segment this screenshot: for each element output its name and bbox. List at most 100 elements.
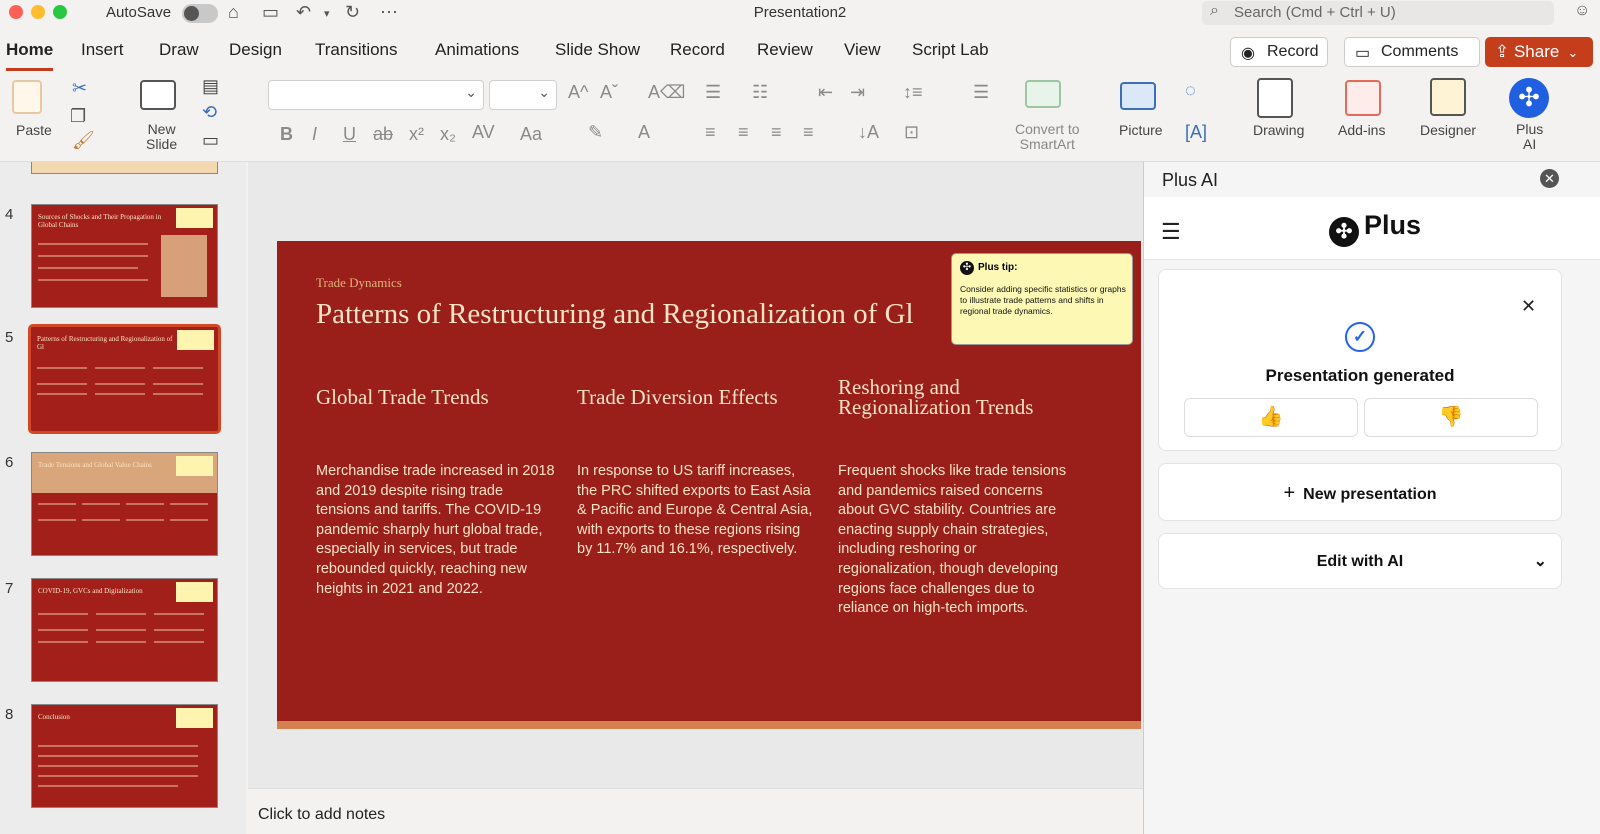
column-body[interactable]: In response to US tariff increases, the … — [577, 462, 817, 560]
save-icon[interactable]: ▭ — [262, 2, 279, 23]
undo-dropdown-icon[interactable]: ▾ — [324, 7, 330, 20]
format-painter-icon[interactable]: 🖌 — [72, 130, 95, 151]
textbox-icon[interactable]: [A] — [1185, 122, 1207, 143]
cut-icon[interactable]: ✂ — [72, 78, 87, 99]
increase-indent-icon[interactable]: ⇥ — [850, 82, 865, 103]
increase-font-icon[interactable]: A^ — [568, 82, 588, 103]
thumbnail-tip — [176, 208, 213, 228]
align-right-icon[interactable]: ≡ — [771, 122, 782, 143]
close-window-button[interactable] — [9, 5, 23, 19]
columns-icon[interactable]: ☰ — [973, 82, 989, 103]
column-body[interactable]: Frequent shocks like trade tensions and … — [838, 462, 1078, 619]
tab-review[interactable]: Review — [757, 40, 813, 60]
undo-icon[interactable]: ↶ — [296, 2, 311, 23]
new-presentation-button[interactable]: + New presentation — [1158, 463, 1562, 521]
shapes-icon[interactable]: ◌ — [1185, 80, 1196, 101]
layout-icon[interactable]: ▤ — [202, 76, 219, 97]
slide-thumbnail[interactable]: Conclusion — [31, 704, 218, 808]
tab-transitions[interactable]: Transitions — [315, 40, 398, 60]
subscript-icon[interactable]: x₂ — [440, 124, 456, 145]
slide-title[interactable]: Patterns of Restructuring and Regionaliz… — [316, 298, 914, 331]
slide-number: 4 — [5, 206, 14, 223]
tab-view[interactable]: View — [844, 40, 881, 60]
line-spacing-icon[interactable]: ↕≡ — [903, 82, 923, 103]
strikethrough-icon[interactable]: ab — [373, 124, 393, 145]
slide-thumbnail[interactable]: COVID-19, GVCs and Digitalization — [31, 578, 218, 682]
slide-thumbnail[interactable]: Sources of Shocks and Their Propagation … — [31, 204, 218, 308]
addins-icon[interactable] — [1345, 80, 1381, 116]
column-body[interactable]: Merchandise trade increased in 2018 and … — [316, 462, 556, 599]
slide-thumbnail[interactable]: Trade Tensions and Global Value Chains — [31, 452, 218, 556]
underline-icon[interactable]: U — [343, 124, 356, 145]
notes-pane[interactable]: Click to add notes — [248, 788, 1143, 834]
column-heading[interactable]: Reshoring and Regionalization Trends — [838, 377, 1078, 418]
reset-icon[interactable]: ⟲ — [202, 102, 217, 123]
tab-slide-show[interactable]: Slide Show — [555, 40, 640, 60]
slide-thumbnail-selected[interactable]: Patterns of Restructuring and Regionaliz… — [28, 324, 221, 434]
tab-insert[interactable]: Insert — [81, 40, 124, 60]
close-panel-icon[interactable]: ✕ — [1540, 169, 1559, 188]
account-icon[interactable]: ☺ — [1574, 2, 1590, 20]
italic-icon[interactable]: I — [312, 124, 317, 145]
record-button[interactable]: ◉ Record — [1230, 37, 1328, 67]
slide-number: 6 — [5, 454, 14, 471]
section-icon[interactable]: ▭ — [202, 130, 219, 151]
align-left-icon[interactable]: ≡ — [705, 122, 716, 143]
decrease-indent-icon[interactable]: ⇤ — [818, 82, 833, 103]
bullets-icon[interactable]: ☰ — [705, 82, 721, 103]
align-center-icon[interactable]: ≡ — [738, 122, 749, 143]
thumbs-up-button[interactable]: 👍 — [1184, 398, 1358, 437]
thumbs-down-button[interactable]: 👎 — [1364, 398, 1538, 437]
character-spacing-icon[interactable]: AV — [472, 122, 495, 143]
plus-ai-icon[interactable]: ✣ — [1509, 78, 1549, 118]
minimize-window-button[interactable] — [31, 5, 45, 19]
font-family-select[interactable] — [268, 80, 484, 110]
slide-thumbnail[interactable] — [31, 162, 218, 174]
redo-icon[interactable]: ↻ — [345, 2, 360, 23]
tab-draw[interactable]: Draw — [159, 40, 199, 60]
column-heading[interactable]: Global Trade Trends — [316, 387, 556, 408]
home-icon[interactable]: ⌂ — [228, 2, 239, 23]
clear-formatting-icon[interactable]: A⌫ — [648, 82, 685, 103]
font-size-select[interactable] — [489, 80, 557, 110]
maximize-window-button[interactable] — [53, 5, 67, 19]
comments-button[interactable]: ▭ Comments — [1344, 37, 1480, 67]
smartart-icon[interactable] — [1025, 80, 1061, 108]
more-icon[interactable]: ⋯ — [380, 2, 398, 23]
share-button[interactable]: ⇪ Share ⌄ — [1485, 37, 1593, 67]
record-icon: ◉ — [1241, 45, 1255, 62]
align-text-icon[interactable]: ⊡ — [904, 122, 919, 143]
paste-icon[interactable] — [12, 80, 42, 114]
thumbs-up-icon: 👍 — [1258, 406, 1284, 428]
tab-animations[interactable]: Animations — [435, 40, 519, 60]
drawing-label: Drawing — [1253, 122, 1305, 138]
picture-icon[interactable] — [1120, 82, 1156, 110]
close-icon[interactable]: ✕ — [1521, 296, 1536, 317]
superscript-icon[interactable]: x² — [409, 124, 424, 145]
tab-design[interactable]: Design — [229, 40, 282, 60]
autosave-toggle[interactable] — [182, 4, 218, 23]
justify-icon[interactable]: ≡ — [803, 122, 814, 143]
tab-record[interactable]: Record — [670, 40, 725, 60]
designer-icon[interactable] — [1430, 78, 1466, 116]
font-color-icon[interactable]: A — [638, 122, 650, 143]
edit-with-ai-dropdown[interactable]: Edit with AI ⌄ — [1158, 533, 1562, 589]
column-heading[interactable]: Trade Diversion Effects — [577, 387, 817, 408]
plus-logo: ✣ Plus — [1329, 210, 1421, 247]
slide-kicker[interactable]: Trade Dynamics — [316, 275, 402, 291]
plus-tip-note[interactable]: ✣ Plus tip: Consider adding specific sta… — [951, 253, 1133, 345]
new-slide-icon[interactable] — [140, 80, 176, 110]
bold-icon[interactable]: B — [280, 124, 293, 145]
tab-script-lab[interactable]: Script Lab — [912, 40, 989, 60]
decrease-font-icon[interactable]: Aˇ — [600, 82, 618, 103]
copy-icon[interactable]: ❐ — [70, 106, 86, 127]
search-input[interactable]: ⌕ Search (Cmd + Ctrl + U) — [1202, 1, 1554, 25]
drawing-icon[interactable] — [1257, 78, 1293, 118]
numbering-icon[interactable]: ☷ — [752, 82, 768, 103]
menu-icon[interactable]: ☰ — [1161, 219, 1181, 245]
text-direction-icon[interactable]: ↓A — [858, 122, 879, 143]
highlight-icon[interactable]: ✎ — [588, 122, 603, 143]
thumbnail-tip — [177, 330, 214, 350]
tab-home[interactable]: Home — [6, 40, 54, 71]
change-case-icon[interactable]: Aa — [520, 124, 542, 145]
